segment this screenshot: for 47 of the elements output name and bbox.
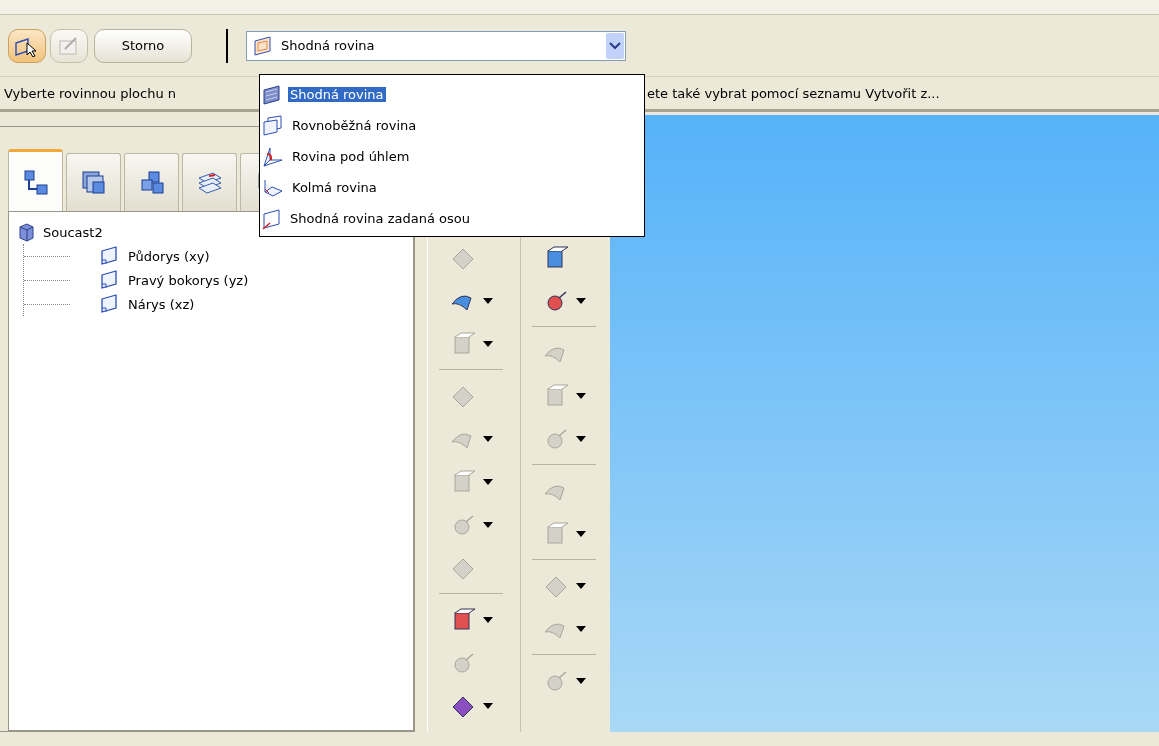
chevron-down-icon <box>609 41 621 50</box>
part-icon <box>17 222 35 242</box>
caret-icon <box>483 435 493 442</box>
caret-icon <box>483 478 493 485</box>
hatched-plane-icon <box>262 83 282 106</box>
caret-icon <box>576 392 586 399</box>
caret-icon <box>483 521 493 528</box>
axis-plane-icon <box>262 207 282 230</box>
tree-item[interactable]: Pravý bokorys (yz) <box>128 272 249 288</box>
double-plane-icon <box>262 114 284 137</box>
tree-item[interactable]: Nárys (xz) <box>128 296 195 312</box>
dropdown-option[interactable]: Shodná rovina <box>288 87 386 102</box>
panel-tab[interactable] <box>182 153 237 211</box>
plane-icon <box>100 245 120 267</box>
plane-icon <box>253 34 273 57</box>
cancel-button[interactable]: Storno <box>94 28 192 63</box>
caret-icon <box>483 340 493 347</box>
status-text: ete také vybrat pomocí seznamu Vytvořit z... <box>647 85 940 101</box>
tree-item[interactable]: Soucast2 <box>43 224 103 240</box>
caret-icon <box>483 616 493 623</box>
caret-icon <box>576 677 586 684</box>
dropdown-option[interactable]: Rovnoběžná rovina <box>290 118 419 133</box>
tree-item[interactable]: Půdorys (xy) <box>128 248 210 264</box>
caret-icon <box>483 297 493 304</box>
dropdown-option[interactable]: Shodná rovina zadaná osou <box>288 211 472 226</box>
panel-tab[interactable] <box>124 153 179 211</box>
layers-icon <box>196 169 223 196</box>
caret-icon <box>576 435 586 442</box>
caret-icon <box>576 530 586 537</box>
plane-type-dropdown[interactable]: Shodná rovina <box>246 30 626 61</box>
caret-icon <box>483 702 493 709</box>
caret-icon <box>576 297 586 304</box>
dropdown-option[interactable]: Kolmá rovina <box>290 180 379 195</box>
panel-tab[interactable] <box>66 153 121 211</box>
caret-icon <box>576 582 586 589</box>
3d-viewport[interactable] <box>610 115 1159 732</box>
status-text: Vyberte rovinnou plochu n <box>4 85 176 101</box>
dropdown-option[interactable]: Rovina pod úhlem <box>290 149 412 164</box>
plane-icon <box>100 293 120 315</box>
panel-tab[interactable] <box>8 149 63 211</box>
plane-icon <box>100 269 120 291</box>
stacked-squares-icon <box>80 169 107 196</box>
tree-icon <box>22 168 49 195</box>
angled-plane-icon <box>262 145 284 168</box>
select-button[interactable] <box>8 28 46 63</box>
blocks-icon <box>138 169 165 196</box>
caret-icon <box>576 625 586 632</box>
